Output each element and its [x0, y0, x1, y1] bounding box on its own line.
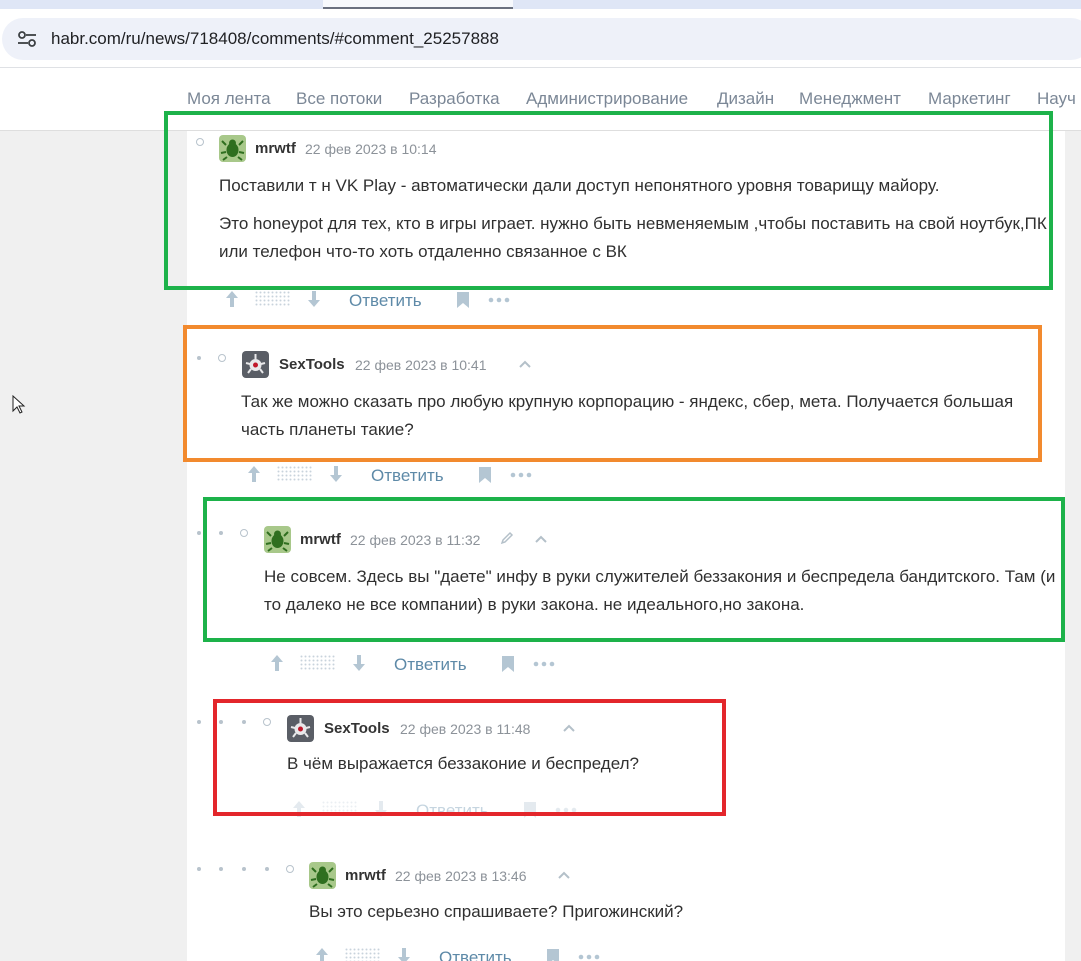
url-text[interactable]: habr.com/ru/news/718408/comments/#commen…: [51, 29, 499, 49]
reply-link[interactable]: Ответить: [394, 655, 467, 675]
highlight-box-red: [213, 699, 726, 816]
comment-paragraph: Вы это серьезно спрашиваете? Пригожински…: [309, 902, 684, 921]
avatar[interactable]: [309, 862, 336, 889]
reply-link[interactable]: Ответить: [349, 291, 422, 311]
more-icon[interactable]: [488, 297, 510, 303]
tune-icon[interactable]: [16, 29, 38, 49]
arrow-down-icon[interactable]: [306, 289, 322, 309]
arrow-up-icon[interactable]: [224, 289, 240, 309]
nav-item-science[interactable]: Науч: [1037, 89, 1076, 109]
more-icon[interactable]: [533, 661, 555, 667]
rating-placeholder: [300, 655, 336, 671]
arrow-up-icon[interactable]: [314, 946, 330, 961]
active-browser-tab[interactable]: [323, 0, 513, 9]
comment: mrwtf 22 фев 2023 в 13:46 Вы это серьезн…: [0, 862, 1081, 961]
thread-level-markers: [196, 862, 296, 876]
more-icon[interactable]: [578, 954, 600, 960]
comment-actions: Ответить: [314, 946, 614, 961]
highlight-box-green: [203, 497, 1065, 642]
browser-toolbar: habr.com/ru/news/718408/comments/#commen…: [0, 9, 1081, 68]
rating-placeholder: [345, 948, 381, 961]
nav-item-design[interactable]: Дизайн: [717, 89, 774, 109]
highlight-box-green: [164, 111, 1053, 290]
rating-placeholder: [255, 291, 291, 307]
bookmark-icon[interactable]: [501, 655, 515, 673]
rating-placeholder: [277, 466, 313, 482]
comment-body: Вы это серьезно спрашиваете? Пригожински…: [309, 898, 909, 936]
arrow-up-icon[interactable]: [246, 464, 262, 484]
comment-actions: Ответить: [224, 289, 524, 313]
comment-time[interactable]: 22 фев 2023 в 13:46: [395, 868, 527, 884]
comment-actions: Ответить: [269, 653, 569, 677]
arrow-up-icon[interactable]: [269, 653, 285, 673]
reply-link[interactable]: Ответить: [439, 948, 512, 961]
nav-item-marketing[interactable]: Маркетинг: [928, 89, 1011, 109]
arrow-down-icon[interactable]: [351, 653, 367, 673]
nav-item-administration[interactable]: Администрирование: [526, 89, 688, 109]
mouse-pointer-icon: [12, 395, 26, 414]
avatar-bug-icon: [309, 862, 336, 889]
arrow-down-icon[interactable]: [396, 946, 412, 961]
browser-tab-strip: [0, 0, 1081, 9]
arrow-down-icon[interactable]: [328, 464, 344, 484]
comment-author[interactable]: mrwtf: [345, 867, 386, 884]
chevron-up-icon[interactable]: [556, 868, 572, 882]
bookmark-icon[interactable]: [456, 291, 470, 309]
address-bar[interactable]: habr.com/ru/news/718408/comments/#commen…: [2, 18, 1081, 60]
highlight-box-orange: [183, 325, 1042, 462]
nav-item-all-streams[interactable]: Все потоки: [296, 89, 382, 109]
nav-item-my-feed[interactable]: Моя лента: [187, 89, 271, 109]
bookmark-icon[interactable]: [478, 466, 492, 484]
reply-link[interactable]: Ответить: [371, 466, 444, 486]
comment-actions: Ответить: [246, 464, 546, 488]
nav-item-management[interactable]: Менеджмент: [799, 89, 901, 109]
nav-item-development[interactable]: Разработка: [409, 89, 500, 109]
bookmark-icon[interactable]: [546, 948, 560, 961]
more-icon[interactable]: [510, 472, 532, 478]
